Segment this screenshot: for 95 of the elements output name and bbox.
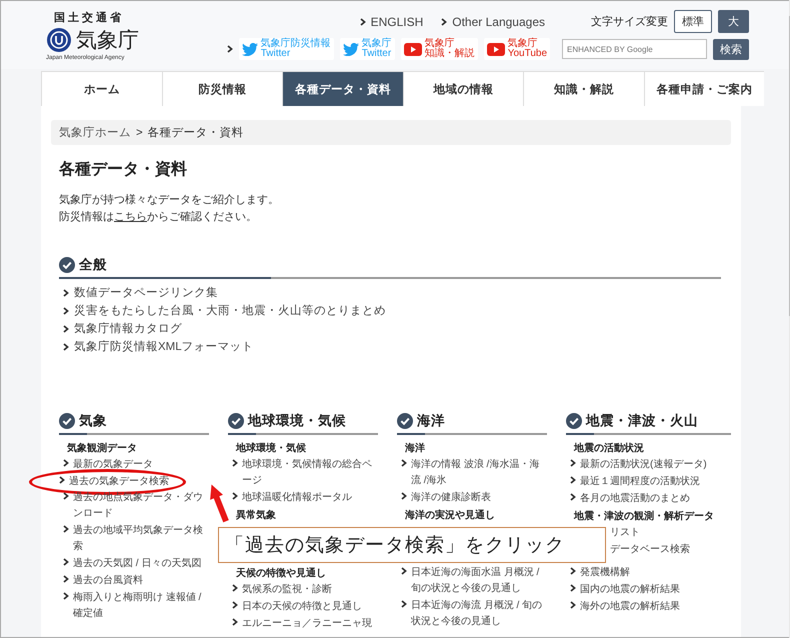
data-link[interactable]: 地球温暖化情報ポータル — [228, 490, 378, 506]
data-link[interactable]: 海洋の健康診断表 — [397, 490, 547, 506]
chevron-icon — [63, 306, 69, 314]
emblem-icon — [46, 26, 72, 52]
category-heading: 地球環境・気候 — [248, 412, 346, 430]
data-link[interactable]: 過去の台風資料 — [59, 573, 209, 589]
chevron-icon — [63, 288, 69, 296]
chevron-icon — [401, 492, 407, 500]
chevron-icon — [401, 567, 407, 575]
data-link[interactable]: 最近１週間程度の活動状況 — [566, 474, 731, 490]
font-size-label: 文字サイズ変更 — [591, 14, 668, 29]
bird-icon — [242, 42, 258, 56]
breadcrumb-separator: > — [136, 126, 143, 138]
language-link[interactable]: ENGLISH — [360, 14, 424, 28]
section-link[interactable]: 気象庁防災情報XMLフォーマット — [59, 339, 721, 354]
link[interactable]: こちら — [114, 211, 147, 223]
subheading: 地震の活動状況 — [572, 442, 645, 456]
social-link[interactable]: 気象庁 YouTube — [484, 38, 550, 60]
section-link[interactable]: 気象庁情報カタログ — [59, 321, 721, 336]
social-link[interactable]: 気象庁 知識・解説 — [400, 38, 478, 60]
chevron-icon — [441, 18, 448, 26]
check-circle-icon — [228, 413, 244, 429]
search-button[interactable]: 検索 — [713, 38, 749, 60]
font-size-button[interactable]: 大 — [718, 10, 749, 33]
data-link[interactable]: 過去の天気図 / 日々の天気図 — [59, 556, 209, 572]
subheading: 気象観測データ — [66, 442, 138, 456]
chevron-icon — [232, 584, 238, 592]
data-link[interactable]: 日本近海の海流 月概況 / 旬の状況と今後の見通し — [397, 598, 547, 630]
chevron-icon — [232, 618, 238, 626]
chevron-icon — [401, 459, 407, 467]
chevron-icon — [570, 493, 576, 501]
data-link[interactable]: 発震機構解 — [566, 565, 731, 581]
data-link[interactable]: 地球環境・気候情報の総合ページ — [228, 457, 378, 489]
chevron-icon — [63, 525, 69, 533]
data-link[interactable]: 気候系の監視・診断 — [228, 582, 378, 598]
data-link[interactable]: 海外の地震の解析結果 — [566, 599, 731, 615]
chevron-icon — [63, 558, 69, 566]
data-link[interactable]: データベース検索 — [610, 542, 690, 558]
search-field[interactable]: ENHANCED BY Google — [562, 39, 707, 59]
data-link[interactable]: 過去の地域平均気象データ検索 — [59, 523, 209, 555]
category-heading: 気象 — [79, 412, 107, 430]
data-link[interactable]: 各月の地震活動のまとめ — [566, 491, 731, 507]
check-circle-icon — [397, 413, 413, 429]
font-size-button[interactable]: 標準 — [674, 10, 712, 33]
play-button-icon — [486, 42, 505, 56]
chevron-icon — [401, 600, 407, 608]
section-link[interactable]: 災害をもたらした台風・大雨・地震・火山等のとりまとめ — [59, 303, 721, 318]
category-heading: 海洋 — [417, 412, 445, 430]
chevron-icon — [360, 18, 366, 26]
breadcrumb-current: 各種データ・資料 — [148, 126, 244, 140]
chevron-icon — [232, 492, 238, 500]
check-circle-icon — [59, 257, 75, 273]
chevron-icon — [570, 476, 576, 484]
data-link[interactable]: 日本近海の海面水温 月概況 / 旬の状況と今後の見通し — [397, 565, 547, 597]
data-link[interactable]: 国内の地震の解析結果 — [566, 582, 731, 598]
chevron-icon — [570, 584, 576, 592]
data-link[interactable]: エルニーニョ／ラニーニャ現 — [228, 616, 378, 632]
agency-name: 気象庁 — [76, 28, 139, 54]
chevron-icon — [63, 575, 69, 583]
ministry-name: 国土交通省 — [54, 10, 125, 24]
chevron-icon — [570, 567, 576, 575]
data-link[interactable]: 梅雨入りと梅雨明け 速報値 / 確定値 — [59, 590, 209, 622]
subheading: 地球環境・気候 — [234, 441, 307, 456]
subheading: 海洋 — [404, 442, 426, 456]
category-heading: 地震・津波・火山 — [586, 412, 698, 430]
intro-text: 気象庁が持つ様々なデータをご紹介します。 防災情報はこちらからご確認ください。 — [59, 192, 280, 225]
data-link[interactable]: リスト — [610, 525, 640, 541]
breadcrumb-link[interactable]: 気象庁ホーム — [59, 125, 131, 140]
check-circle-icon — [59, 413, 75, 429]
page-title: 各種データ・資料 — [59, 160, 188, 180]
bird-icon — [342, 42, 359, 56]
section-heading: 全般 — [79, 256, 107, 274]
play-button-icon — [404, 42, 422, 56]
data-link[interactable]: 最新の活動状況(速報データ) — [566, 457, 731, 473]
arrow-drawing — [210, 484, 229, 523]
chevron-icon — [226, 45, 233, 53]
chevron-icon — [570, 459, 576, 467]
chevron-icon — [232, 459, 238, 467]
chevron-icon — [63, 342, 69, 350]
chevron-icon — [63, 592, 69, 600]
chevron-icon — [570, 601, 576, 609]
data-link[interactable]: 海洋の情報 波浪 /海水温・海流 /海氷 — [397, 457, 547, 489]
chevron-icon — [63, 459, 69, 467]
chevron-icon — [232, 601, 238, 609]
subheading: 海洋の実況や見通し — [404, 508, 496, 523]
section-link[interactable]: 数値データページリンク集 — [59, 285, 721, 300]
subheading: 天候の特徴や見通し — [235, 566, 327, 581]
data-link[interactable]: 日本の天候の特徴と見通し — [228, 599, 378, 615]
language-link[interactable]: Other Languages — [441, 14, 545, 28]
chevron-icon — [63, 324, 69, 332]
nav-tab[interactable]: 各種データ・資料 — [282, 72, 402, 106]
check-circle-icon — [566, 413, 582, 429]
callout-text: 「過去の気象データ検索」をクリック — [218, 527, 606, 563]
subheading: 異常気象 — [235, 508, 277, 523]
subheading: 地震・津波の観測・解析データ — [572, 510, 715, 524]
